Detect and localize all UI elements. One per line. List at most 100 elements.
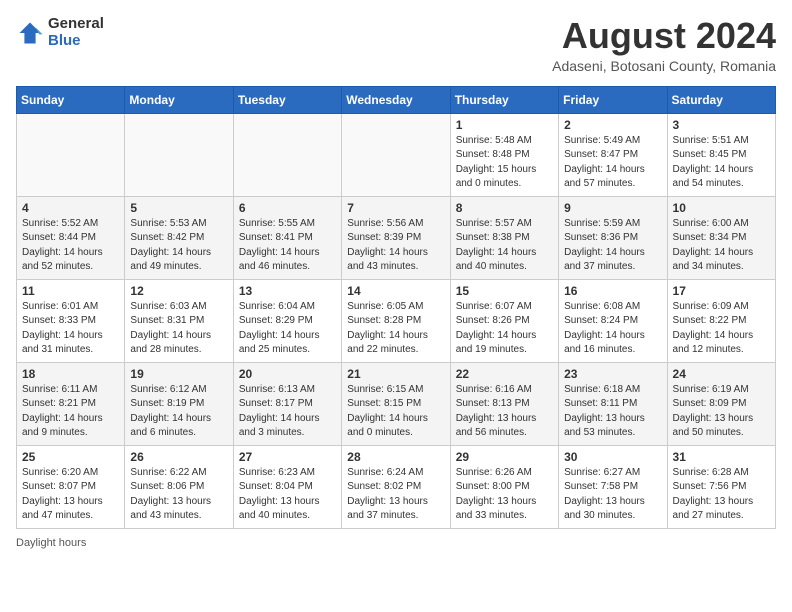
day-number: 3 [673, 118, 770, 132]
day-number: 23 [564, 367, 661, 381]
day-number: 8 [456, 201, 553, 215]
header: General Blue August 2024 Adaseni, Botosa… [16, 16, 776, 74]
day-info: Sunrise: 6:23 AM Sunset: 8:04 PM Dayligh… [239, 466, 336, 524]
calendar-cell: 15Sunrise: 6:07 AM Sunset: 8:26 PM Dayli… [450, 279, 558, 362]
calendar-cell: 17 Sunrise: 6:09 AM Sunset: 8:22 PM Dayli… [667, 279, 775, 362]
day-number: 27 [239, 450, 336, 464]
day-info: Sunrise: 6:20 AM Sunset: 8:07 PM Dayligh… [22, 466, 119, 524]
calendar-cell: 2Sunrise: 5:49 AM Sunset: 8:47 PM Daylig… [559, 113, 667, 196]
day-info: Sunrise: 6:19 AM Sunset: 8:09 PM Dayligh… [673, 383, 770, 441]
day-info: Sunrise: 6:11 AM Sunset: 8:21 PM Dayligh… [22, 383, 119, 441]
day-number: 10 [673, 201, 770, 215]
day-number: 22 [456, 367, 553, 381]
week-row-1: 1 Sunrise: 5:48 AM Sunset: 8:48 PM Daylig… [17, 113, 776, 196]
day-info: Sunrise: 6:03 AM Sunset: 8:31 PM Dayligh… [130, 300, 227, 358]
day-info: Sunrise: 5:53 AM Sunset: 8:42 PM Dayligh… [130, 217, 227, 275]
calendar-cell: 31 Sunrise: 6:28 AM Sunset: 7:56 PM Dayli… [667, 445, 775, 528]
day-number: 5 [130, 201, 227, 215]
day-number: 9 [564, 201, 661, 215]
day-number: 17 [673, 284, 770, 298]
calendar-cell: 9 Sunrise: 5:59 AM Sunset: 8:36 PM Daylig… [559, 196, 667, 279]
calendar-cell: 28 Sunrise: 6:24 AM Sunset: 8:02 PM Dayli… [342, 445, 450, 528]
day-info: Sunrise: 5:56 AM Sunset: 8:39 PM Dayligh… [347, 217, 444, 275]
day-number: 16 [564, 284, 661, 298]
day-number: 1 [456, 118, 553, 132]
day-info: Sunrise: 6:13 AM Sunset: 8:17 PM Dayligh… [239, 383, 336, 441]
day-number: 28 [347, 450, 444, 464]
day-info: Sunrise: 6:24 AM Sunset: 8:02 PM Dayligh… [347, 466, 444, 524]
day-number: 4 [22, 201, 119, 215]
calendar-cell: 14Sunrise: 6:05 AM Sunset: 8:28 PM Dayli… [342, 279, 450, 362]
day-number: 20 [239, 367, 336, 381]
main-title: August 2024 [552, 16, 776, 56]
calendar-table: SundayMondayTuesdayWednesdayThursdayFrid… [16, 86, 776, 529]
logo-icon [16, 19, 44, 47]
day-info: Sunrise: 6:27 AM Sunset: 7:58 PM Dayligh… [564, 466, 661, 524]
calendar-cell: 24Sunrise: 6:19 AM Sunset: 8:09 PM Dayli… [667, 362, 775, 445]
calendar-cell: 16 Sunrise: 6:08 AM Sunset: 8:24 PM Dayli… [559, 279, 667, 362]
calendar-cell [342, 113, 450, 196]
day-info: Sunrise: 6:01 AM Sunset: 8:33 PM Dayligh… [22, 300, 119, 358]
day-info: Sunrise: 5:59 AM Sunset: 8:36 PM Dayligh… [564, 217, 661, 275]
week-row-2: 4 Sunrise: 5:52 AM Sunset: 8:44 PM Daylig… [17, 196, 776, 279]
calendar-cell: 13 Sunrise: 6:04 AM Sunset: 8:29 PM Dayli… [233, 279, 341, 362]
day-info: Sunrise: 5:55 AM Sunset: 8:41 PM Dayligh… [239, 217, 336, 275]
logo: General Blue [16, 16, 104, 49]
day-number: 31 [673, 450, 770, 464]
day-header-sunday: Sunday [17, 86, 125, 113]
day-info: Sunrise: 6:28 AM Sunset: 7:56 PM Dayligh… [673, 466, 770, 524]
day-header-monday: Monday [125, 86, 233, 113]
day-number: 30 [564, 450, 661, 464]
calendar-cell [17, 113, 125, 196]
day-header-wednesday: Wednesday [342, 86, 450, 113]
calendar-cell: 3 Sunrise: 5:51 AM Sunset: 8:45 PM Daylig… [667, 113, 775, 196]
day-header-thursday: Thursday [450, 86, 558, 113]
day-number: 25 [22, 450, 119, 464]
day-number: 21 [347, 367, 444, 381]
day-info: Sunrise: 6:09 AM Sunset: 8:22 PM Dayligh… [673, 300, 770, 358]
day-info: Sunrise: 5:52 AM Sunset: 8:44 PM Dayligh… [22, 217, 119, 275]
calendar-cell: 23 Sunrise: 6:18 AM Sunset: 8:11 PM Dayli… [559, 362, 667, 445]
logo-text-blue: Blue [48, 33, 104, 50]
calendar-cell: 26 Sunrise: 6:22 AM Sunset: 8:06 PM Dayli… [125, 445, 233, 528]
day-number: 13 [239, 284, 336, 298]
day-number: 7 [347, 201, 444, 215]
day-info: Sunrise: 6:04 AM Sunset: 8:29 PM Dayligh… [239, 300, 336, 358]
day-number: 2 [564, 118, 661, 132]
day-number: 15 [456, 284, 553, 298]
day-info: Sunrise: 6:05 AM Sunset: 8:28 PM Dayligh… [347, 300, 444, 358]
day-number: 26 [130, 450, 227, 464]
logo-text-general: General [48, 16, 104, 33]
day-number: 6 [239, 201, 336, 215]
day-info: Sunrise: 6:08 AM Sunset: 8:24 PM Dayligh… [564, 300, 661, 358]
title-section: August 2024 Adaseni, Botosani County, Ro… [552, 16, 776, 74]
calendar-cell: 22Sunrise: 6:16 AM Sunset: 8:13 PM Dayli… [450, 362, 558, 445]
day-info: Sunrise: 5:51 AM Sunset: 8:45 PM Dayligh… [673, 134, 770, 192]
calendar-cell: 4 Sunrise: 5:52 AM Sunset: 8:44 PM Daylig… [17, 196, 125, 279]
day-info: Sunrise: 6:12 AM Sunset: 8:19 PM Dayligh… [130, 383, 227, 441]
calendar-cell [125, 113, 233, 196]
day-info: Sunrise: 6:18 AM Sunset: 8:11 PM Dayligh… [564, 383, 661, 441]
calendar-cell: 12 Sunrise: 6:03 AM Sunset: 8:31 PM Dayli… [125, 279, 233, 362]
day-header-friday: Friday [559, 86, 667, 113]
day-number: 11 [22, 284, 119, 298]
day-number: 12 [130, 284, 227, 298]
calendar-cell: 21Sunrise: 6:15 AM Sunset: 8:15 PM Dayli… [342, 362, 450, 445]
calendar-cell: 6 Sunrise: 5:55 AM Sunset: 8:41 PM Daylig… [233, 196, 341, 279]
calendar-cell: 18Sunrise: 6:11 AM Sunset: 8:21 PM Dayli… [17, 362, 125, 445]
calendar-cell: 10Sunrise: 6:00 AM Sunset: 8:34 PM Dayli… [667, 196, 775, 279]
week-row-5: 25 Sunrise: 6:20 AM Sunset: 8:07 PM Dayli… [17, 445, 776, 528]
day-number: 29 [456, 450, 553, 464]
calendar-cell: 20 Sunrise: 6:13 AM Sunset: 8:17 PM Dayli… [233, 362, 341, 445]
day-info: Sunrise: 6:22 AM Sunset: 8:06 PM Dayligh… [130, 466, 227, 524]
day-info: Sunrise: 5:57 AM Sunset: 8:38 PM Dayligh… [456, 217, 553, 275]
calendar-cell: 8 Sunrise: 5:57 AM Sunset: 8:38 PM Daylig… [450, 196, 558, 279]
calendar-cell: 19Sunrise: 6:12 AM Sunset: 8:19 PM Dayli… [125, 362, 233, 445]
days-header-row: SundayMondayTuesdayWednesdayThursdayFrid… [17, 86, 776, 113]
calendar-cell: 27 Sunrise: 6:23 AM Sunset: 8:04 PM Dayli… [233, 445, 341, 528]
day-info: Sunrise: 5:48 AM Sunset: 8:48 PM Dayligh… [456, 134, 553, 192]
subtitle: Adaseni, Botosani County, Romania [552, 58, 776, 74]
calendar-cell: 30 Sunrise: 6:27 AM Sunset: 7:58 PM Dayli… [559, 445, 667, 528]
calendar-cell: 29Sunrise: 6:26 AM Sunset: 8:00 PM Dayli… [450, 445, 558, 528]
calendar-cell: 5 Sunrise: 5:53 AM Sunset: 8:42 PM Daylig… [125, 196, 233, 279]
